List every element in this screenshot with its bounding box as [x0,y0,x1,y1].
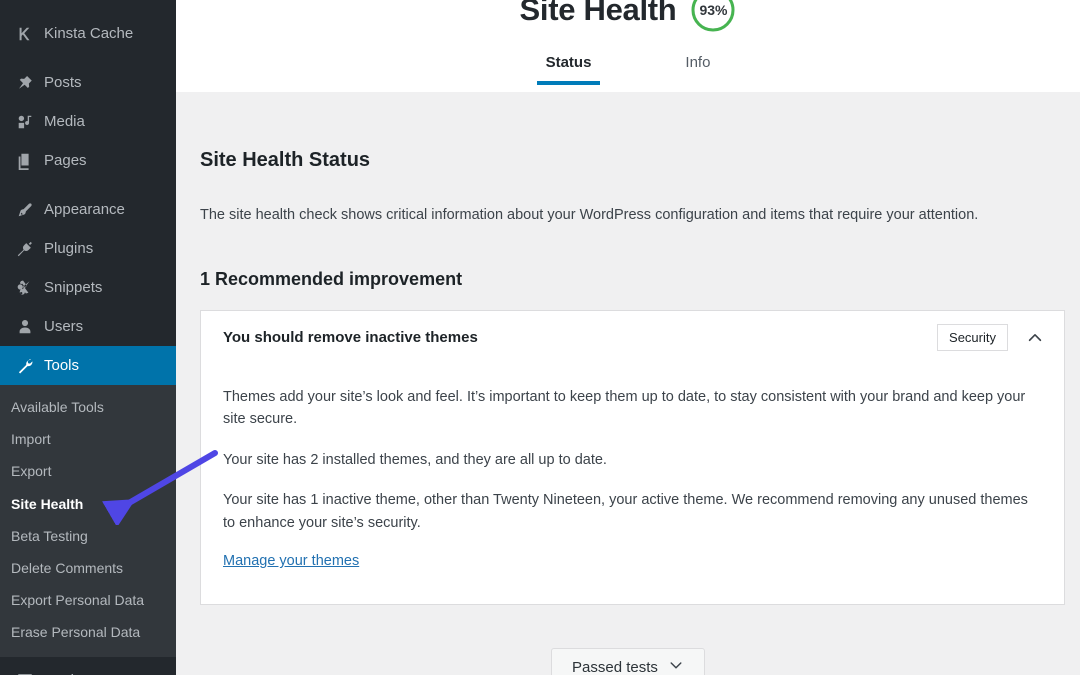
sidebar-item-appearance[interactable]: Appearance [0,190,176,229]
accordion-paragraph: Themes add your site’s look and feel. It… [223,389,1026,428]
screen: Dashboard Kinsta Cache Posts Media [0,0,1080,675]
submenu-item-erase-personal-data[interactable]: Erase Personal Data [0,616,176,648]
sidebar-item-users[interactable]: Users [0,307,176,346]
pin-icon [10,74,40,92]
settings-icon [10,671,40,675]
sidebar-item-label: Snippets [44,279,103,296]
tab-bar: Status Info [176,48,1080,85]
manage-themes-link[interactable]: Manage your themes [223,553,359,569]
sidebar-divider [0,53,176,63]
accordion-paragraph: Your site has 1 inactive theme, other th… [223,492,1028,531]
sidebar-item-settings[interactable]: Settings [0,661,176,675]
passed-tests-label: Passed tests [572,658,658,675]
sidebar-item-label: Kinsta Cache [44,25,134,42]
sidebar-item-plugins[interactable]: Plugins [0,229,176,268]
sidebar-item-label: Appearance [44,201,125,218]
chevron-down-icon [668,657,684,675]
submenu-item-export[interactable]: Export [0,455,176,487]
page-title: Site Health [519,0,677,27]
passed-tests-button[interactable]: Passed tests [551,648,705,675]
site-health-status-heading: Site Health Status [200,149,371,171]
wrench-icon [10,357,40,375]
sidebar-item-label: Users [44,318,84,335]
submenu-item-beta-testing[interactable]: Beta Testing [0,520,176,552]
sidebar-item-label: Media [44,113,85,130]
tab-info[interactable]: Info [667,48,728,85]
user-icon [10,318,40,336]
plug-icon [10,240,40,258]
passed-tests-wrap: Passed tests [176,648,1080,675]
health-score-ring: 93% [690,0,736,33]
accordion-panel-inactive-themes: You should remove inactive themes Securi… [200,310,1065,606]
site-health-description: The site health check shows critical inf… [200,207,979,223]
accordion-header[interactable]: You should remove inactive themes Securi… [201,311,1064,364]
sidebar-item-snippets[interactable]: Snippets [0,268,176,307]
sidebar-submenu-tools: Available Tools Import Export Site Healt… [0,385,176,657]
media-icon [10,113,40,131]
admin-sidebar: Dashboard Kinsta Cache Posts Media [0,0,176,675]
main-content: Site Health Status The site health check… [176,92,1080,675]
sidebar-item-label: Tools [44,357,80,374]
submenu-item-delete-comments[interactable]: Delete Comments [0,552,176,584]
recommended-improvement-heading: 1 Recommended improvement [200,269,463,289]
page-header: Site Health 93% Status Info [176,0,1080,92]
sidebar-item-tools[interactable]: Tools [0,346,176,385]
submenu-item-import[interactable]: Import [0,423,176,455]
status-badge: Security [937,324,1008,351]
scissors-icon [10,279,40,297]
sidebar-item-pages[interactable]: Pages [0,141,176,180]
paintbrush-icon [10,201,40,219]
accordion-paragraph: Your site has 2 installed themes, and th… [223,451,607,468]
accordion-title: You should remove inactive themes [223,329,478,346]
submenu-item-export-personal-data[interactable]: Export Personal Data [0,584,176,616]
health-score-value: 93% [699,2,728,18]
sidebar-item-label: Plugins [44,240,94,257]
submenu-item-available-tools[interactable]: Available Tools [0,391,176,423]
kinsta-k-icon [10,25,40,43]
chevron-up-icon[interactable] [1020,323,1050,353]
sidebar-item-posts[interactable]: Posts [0,63,176,102]
sidebar-item-media[interactable]: Media [0,102,176,141]
title-row: Site Health 93% [176,0,1080,33]
sidebar-item-kinsta-cache[interactable]: Kinsta Cache [0,14,176,53]
sidebar-item-label: Pages [44,152,87,169]
submenu-item-site-health[interactable]: Site Health [0,488,176,520]
tab-status[interactable]: Status [528,48,610,85]
pages-icon [10,152,40,170]
sidebar-item-label: Posts [44,74,82,91]
sidebar-divider [0,180,176,190]
accordion-body: Themes add your site’s look and feel. It… [201,364,1064,604]
